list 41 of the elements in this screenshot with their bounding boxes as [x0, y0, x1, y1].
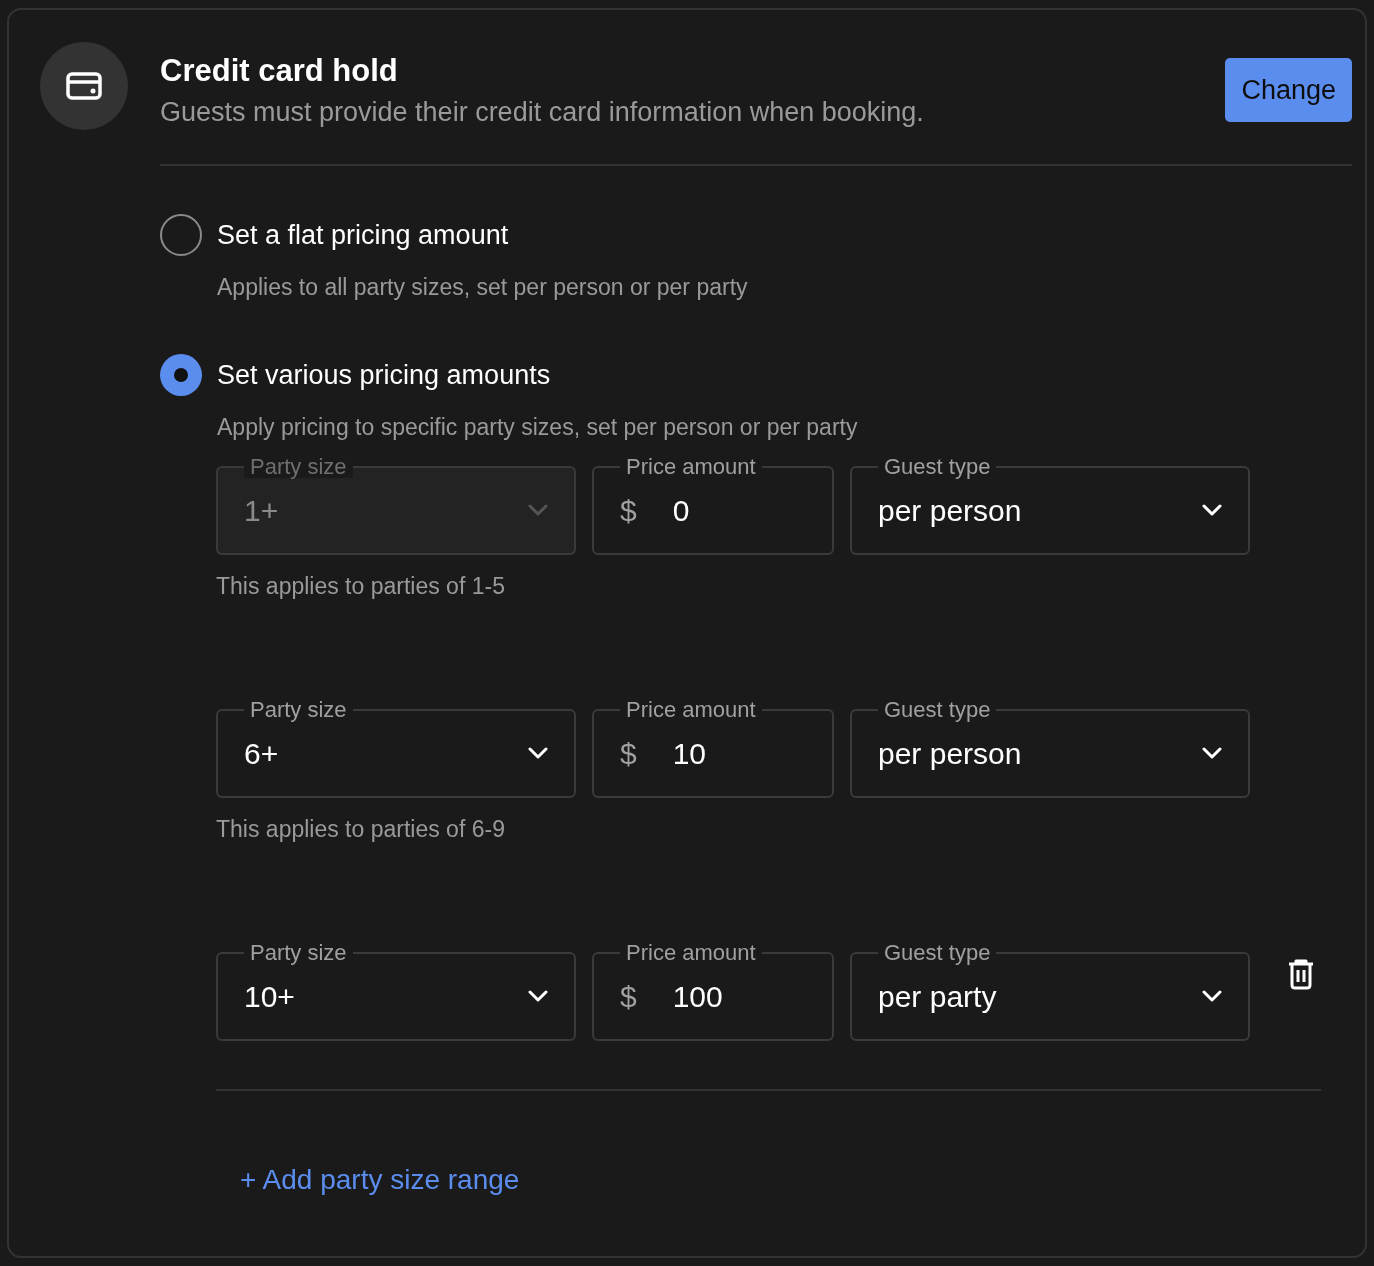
price-amount-field[interactable]: Price amount $ 100: [592, 942, 834, 1041]
price-value: 10: [672, 735, 707, 772]
chevron-down-icon: [528, 990, 548, 1002]
select-value: per party: [878, 978, 997, 1015]
price-amount-field[interactable]: Price amount $ 0: [592, 456, 834, 555]
helper-text: This applies to parties of 6-9: [216, 816, 506, 842]
currency-symbol: $: [620, 978, 637, 1015]
select-value: 1+: [244, 492, 279, 529]
section-title: Credit card hold: [160, 52, 399, 90]
select-value: per person: [878, 735, 1022, 772]
radio-label: Set a flat pricing amount: [217, 218, 509, 252]
add-party-size-range-link[interactable]: + Add party size range: [240, 1159, 520, 1201]
select-value: per person: [878, 492, 1022, 529]
option-description: Apply pricing to specific party sizes, set per person or per party: [217, 413, 859, 442]
option-description: Applies to all party sizes, set per person or per party: [217, 273, 749, 302]
chevron-down-icon: [528, 504, 548, 516]
radio-button[interactable]: [160, 354, 202, 396]
chevron-down-icon: [1202, 504, 1222, 516]
chevron-down-icon: [1202, 747, 1222, 759]
chevron-down-icon: [528, 747, 548, 759]
currency-symbol: $: [620, 492, 637, 529]
guest-type-select[interactable]: Guest type per person: [850, 456, 1250, 555]
price-value: 100: [672, 978, 723, 1015]
party-size-select[interactable]: Party size 6+: [216, 699, 576, 798]
guest-type-select[interactable]: Guest type per party: [850, 942, 1250, 1041]
radio-button[interactable]: [160, 214, 202, 256]
guest-type-select[interactable]: Guest type per person: [850, 699, 1250, 798]
party-size-select[interactable]: Party size 10+: [216, 942, 576, 1041]
chevron-down-icon: [1202, 990, 1222, 1002]
select-value: 6+: [244, 735, 279, 772]
currency-symbol: $: [620, 735, 637, 772]
price-value: 0: [672, 492, 690, 529]
select-value: 10+: [244, 978, 295, 1015]
price-amount-field[interactable]: Price amount $ 10: [592, 699, 834, 798]
field-label: Party size: [244, 456, 353, 478]
credit-card-icon: [66, 72, 102, 100]
section-description: Guests must provide their credit card information when booking.: [160, 96, 924, 129]
change-button[interactable]: Change: [1225, 58, 1352, 122]
radio-label: Set various pricing amounts: [217, 358, 551, 392]
delete-icon[interactable]: [1286, 958, 1316, 990]
helper-text: This applies to parties of 1-5: [216, 573, 506, 599]
